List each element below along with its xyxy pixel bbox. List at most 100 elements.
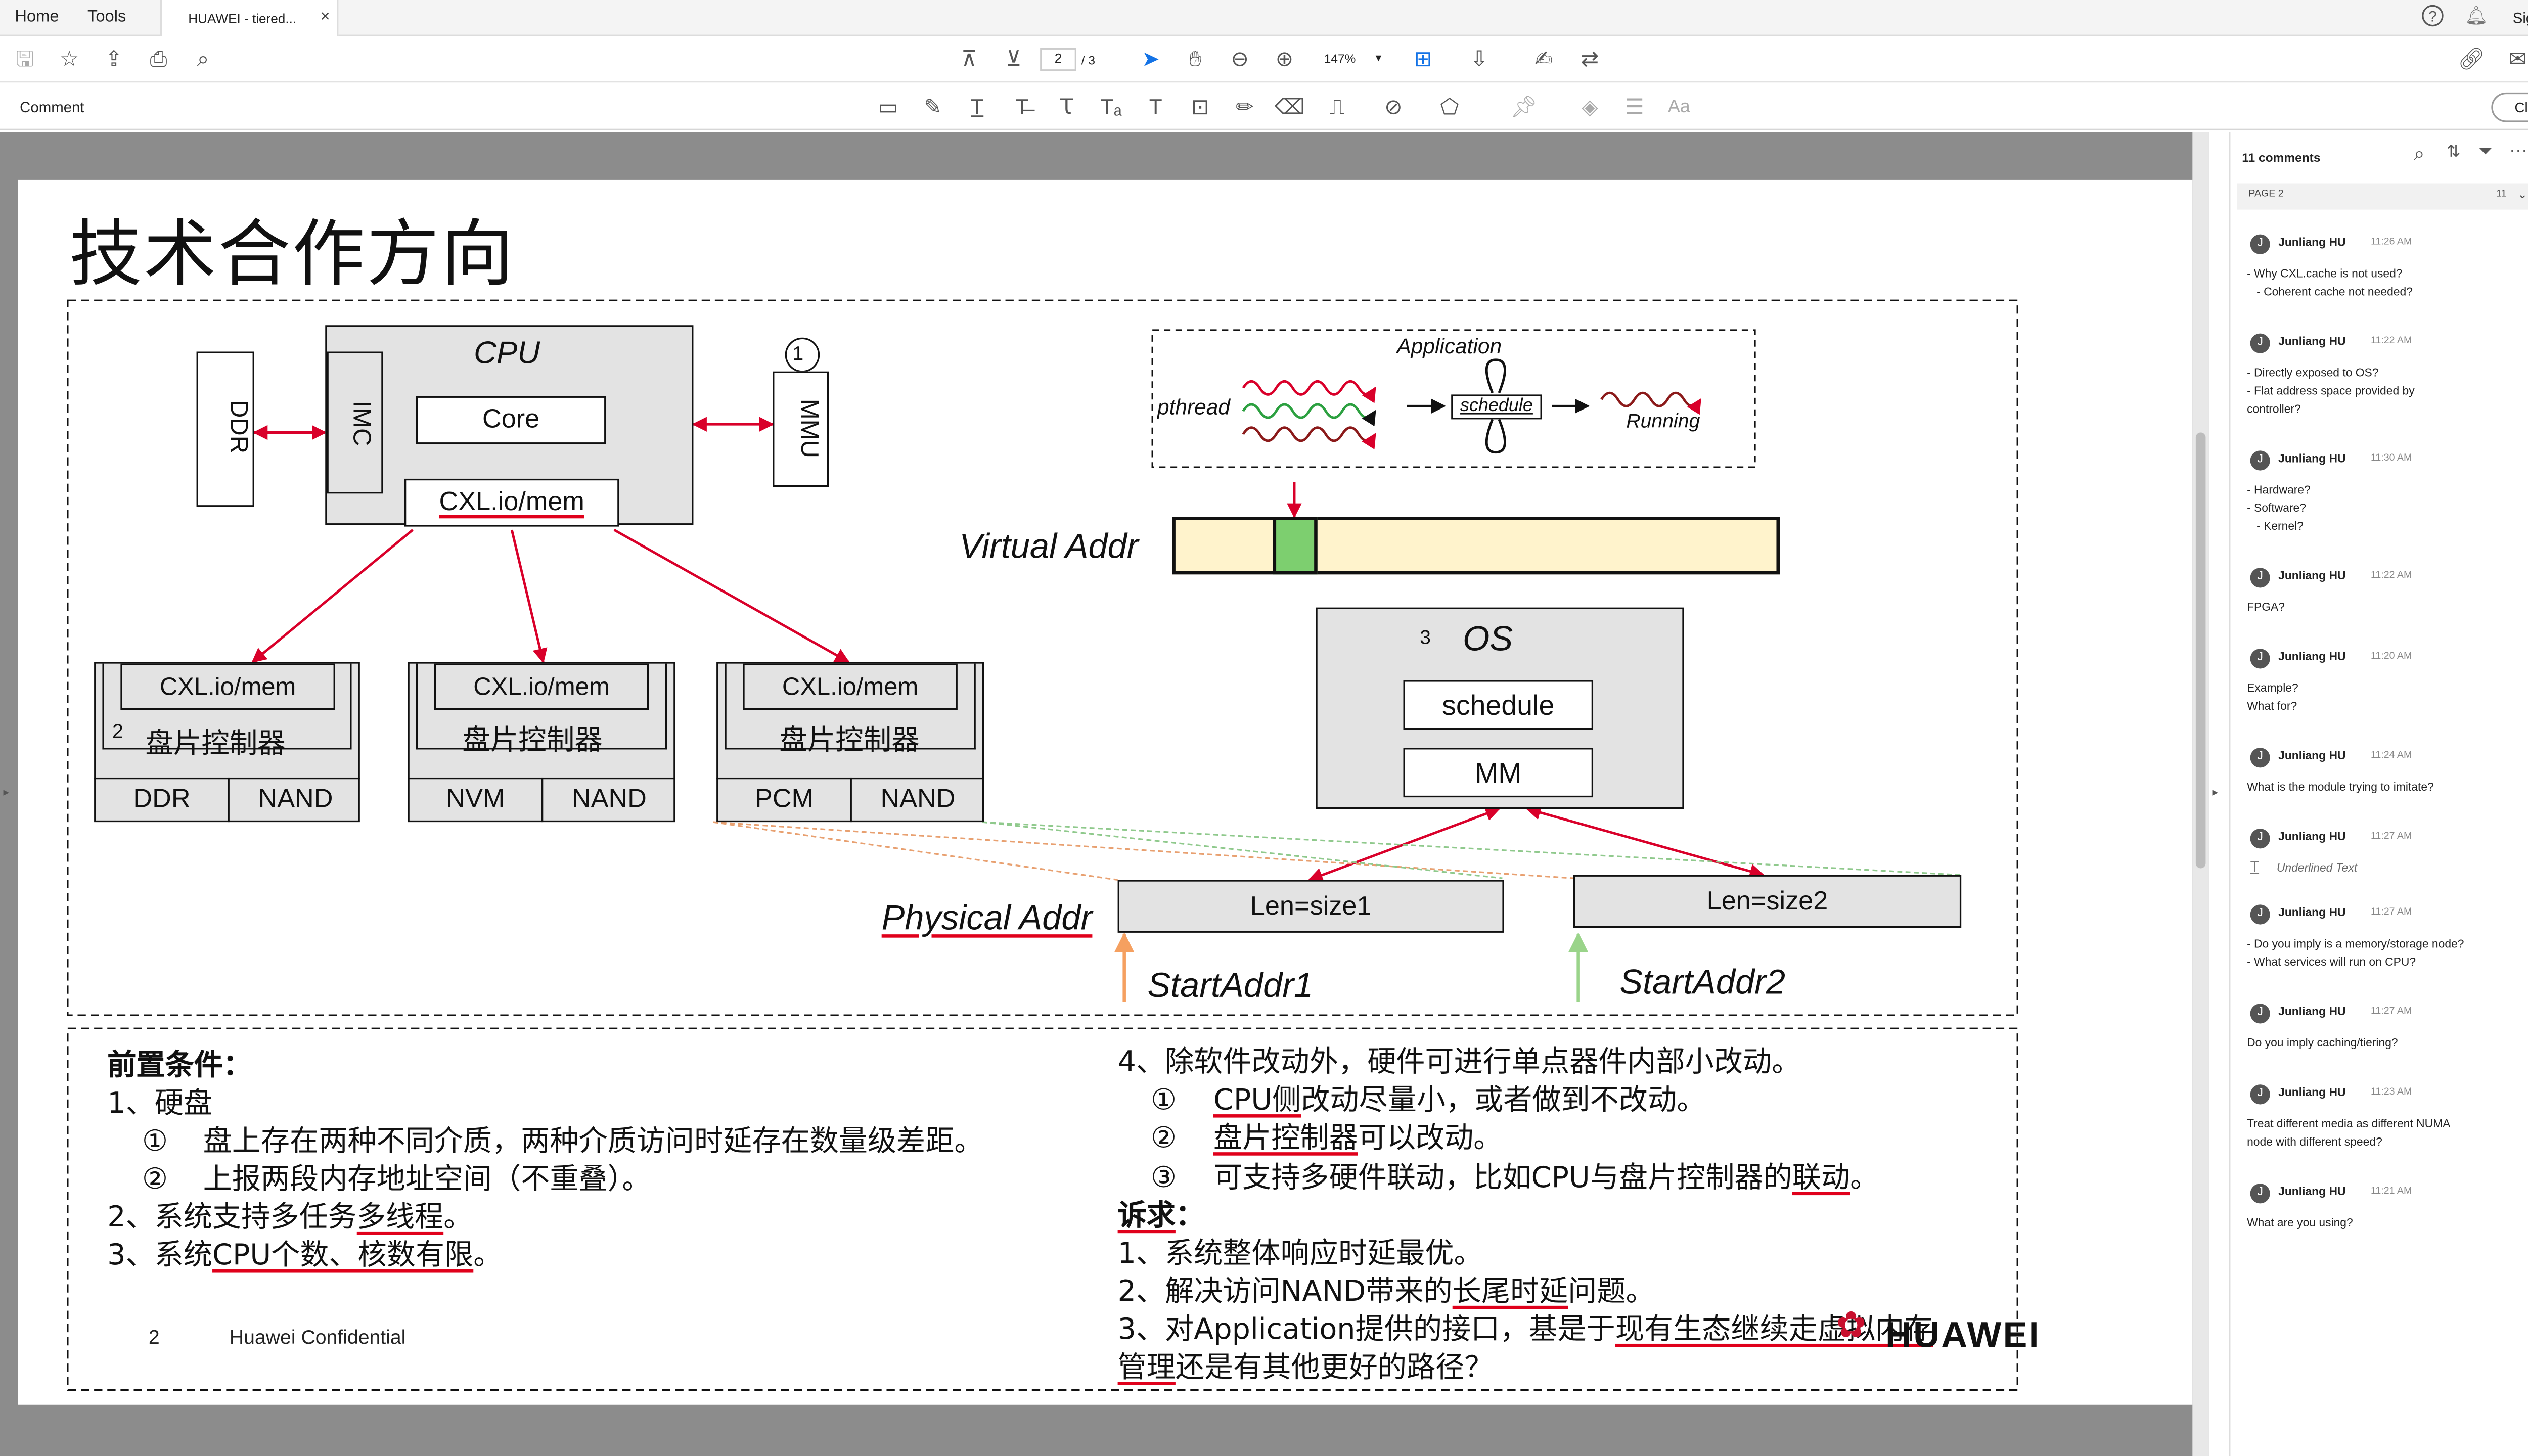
precondition-1a-num: ①: [142, 1125, 168, 1159]
precondition-3-underline: CPU个数、核数有限: [212, 1240, 474, 1273]
mmu-box: MMU: [773, 371, 829, 487]
comment-body: - Hardware? - Software? - Kernel?: [2247, 485, 2311, 533]
start-addr1-label: StartAddr1: [1147, 967, 1314, 1006]
appeal-3-cont-underline: 管理: [1117, 1352, 1176, 1385]
mail-icon[interactable]: ✉: [2503, 44, 2528, 74]
core-box: Core: [416, 396, 606, 444]
close-button[interactable]: Close: [2491, 92, 2528, 122]
help-icon[interactable]: ?: [2422, 5, 2444, 27]
avatar: J: [2250, 1004, 2270, 1024]
huawei-logo-text: HUAWEI: [1885, 1314, 2041, 1355]
comment-body: Treat different media as different NUMA …: [2247, 1119, 2451, 1149]
comment-time: 11:26 AM: [2370, 238, 2412, 248]
schedule-app-box: schedule: [1451, 394, 1542, 420]
precondition-1b: 上报两段内存地址空间（不重叠）。: [203, 1164, 651, 1197]
comment-body: What are you using?: [2247, 1218, 2353, 1230]
filter-icon[interactable]: ⏷: [2478, 142, 2493, 163]
comment-author: Junliang HU: [2278, 571, 2346, 583]
avatar: J: [2250, 829, 2270, 849]
comment-time: 11:27 AM: [2370, 1007, 2412, 1017]
comment-time: 11:27 AM: [2370, 832, 2412, 842]
requirement-4-3-text: 可支持多硬件联动，比如CPU与盘片控制器的: [1213, 1162, 1792, 1196]
comment-time: 11:20 AM: [2370, 652, 2412, 662]
comment-body: - Directly exposed to OS? - Flat address…: [2247, 368, 2415, 416]
comment-author: Junliang HU: [2278, 907, 2346, 920]
schedule-box: schedule: [1403, 680, 1594, 730]
appeal-heading: 诉求：: [1118, 1199, 1204, 1237]
controller-3: CXL.io/mem 盘片控制器 PCM NAND: [716, 662, 984, 823]
controller-1-name: 盘片控制器: [145, 727, 286, 760]
comments-count: 11 comments: [2242, 150, 2321, 165]
imc-box: IMC: [327, 351, 383, 494]
comment-time: 11:30 AM: [2370, 453, 2412, 464]
requirement-4-3-num: ③: [1150, 1162, 1177, 1196]
mm-label: MM: [1474, 757, 1522, 789]
appeal-3-cont-text: 还是有其他更好的路径？: [1175, 1352, 1494, 1385]
controller-3-right: NAND: [880, 786, 956, 814]
requirement-4-3: 可支持多硬件联动，比如CPU与盘片控制器的联动。: [1213, 1161, 1879, 1199]
cxl-mem-label: CXL.io/mem: [439, 488, 584, 517]
precondition-3-text: 3、系统: [107, 1240, 213, 1273]
precondition-2-end: 。: [443, 1202, 473, 1235]
os-label: OS: [1463, 620, 1513, 659]
ddr-label: DDR: [224, 400, 252, 454]
sign-in-link[interactable]: Sign In: [2513, 10, 2528, 27]
controller-1: CXL.io/mem 盘片控制器 DDR NAND: [94, 662, 360, 823]
comment-body: Do you imply caching/tiering?: [2247, 1038, 2398, 1050]
more-options-icon[interactable]: ⋯: [2509, 141, 2527, 162]
controller-3-cxl: CXL.io/mem: [782, 673, 919, 702]
avatar: J: [2250, 234, 2270, 254]
requirement-4-1-text: 改动尽量小，或者做到不改动。: [1301, 1084, 1706, 1118]
sort-icon[interactable]: ⇅: [2447, 144, 2460, 162]
imc-label: IMC: [347, 400, 376, 446]
running-label: Running: [1626, 409, 1700, 433]
page-group-label: PAGE 2: [2248, 190, 2284, 200]
requirement-4-1: CPU侧改动尽量小，或者做到不改动。: [1213, 1083, 1705, 1121]
page-group-header[interactable]: PAGE 2 11 ⌄: [2237, 183, 2528, 210]
len1-label: Len=size1: [1250, 893, 1372, 922]
bell-icon[interactable]: 🔔︎: [2465, 5, 2488, 26]
precondition-2-underline: 多线程: [356, 1202, 444, 1235]
controller-1-left: DDR: [133, 786, 191, 814]
requirement-4: 4、除软件改动外，硬件可进行单点器件内部小改动。: [1117, 1046, 1801, 1080]
comment-author: Junliang HU: [2278, 1007, 2346, 1019]
controller-2-right: NAND: [571, 786, 647, 814]
avatar: J: [2250, 568, 2270, 588]
controller-2-left: NVM: [446, 786, 505, 814]
comment-time: 11:23 AM: [2370, 1087, 2412, 1098]
appeal-3-text: 3、对Application提供的接口，基是于: [1117, 1314, 1615, 1347]
comment-body: Example? What for?: [2247, 683, 2298, 713]
comment-time: 11:27 AM: [2370, 907, 2412, 918]
controller-3-left: PCM: [754, 786, 814, 814]
mm-box: MM: [1403, 748, 1594, 798]
circle-number-2: 2: [112, 719, 123, 743]
comment-author: Junliang HU: [2278, 1187, 2346, 1199]
precondition-3: 3、系统CPU个数、核数有限。: [107, 1238, 502, 1276]
right-pane-toggle-icon[interactable]: ▸: [2213, 786, 2218, 799]
appeal-2-end: 问题。: [1568, 1276, 1655, 1309]
comment-time: 11:22 AM: [2370, 337, 2412, 347]
precondition-1a: 盘上存在两种不同介质，两种介质访问时延存在数量级差距。: [203, 1125, 983, 1159]
mmu-label: MMU: [794, 398, 823, 458]
comment-body: - Why CXL.cache is not used? - Coherent …: [2247, 269, 2413, 299]
ddr-box: DDR: [196, 351, 254, 507]
avatar: J: [2250, 748, 2270, 768]
controller-2: CXL.io/mem 盘片控制器 NVM NAND: [408, 662, 675, 823]
chevron-down-icon: ⌄: [2517, 190, 2527, 202]
virtual-addr-selected: [1273, 517, 1318, 575]
link-icon[interactable]: 🔗︎: [2457, 44, 2487, 74]
huawei-flower-logo: ✿: [1836, 1304, 1867, 1346]
controller-1-cxl: CXL.io/mem: [159, 673, 296, 702]
schedule-app-label: schedule: [1460, 396, 1533, 416]
requirement-4-3-underline: 联动: [1792, 1162, 1850, 1196]
comment-author: Junliang HU: [2278, 238, 2346, 250]
avatar: J: [2250, 333, 2270, 353]
appeal-2-text: 2、解决访问NAND带来的: [1117, 1276, 1453, 1309]
acrobat-window: Home Tools HUAWEI - tiered... × ? 🔔︎ Sig…: [0, 0, 2528, 1456]
slide-page-number: 2: [148, 1326, 160, 1349]
virtual-addr-bar: [1172, 517, 1780, 575]
avatar: J: [2250, 649, 2270, 669]
comment-author: Junliang HU: [2278, 337, 2346, 348]
search-icon[interactable]: ⌕: [2414, 142, 2425, 167]
comments-panel: 11 comments ⌕ ⇅ ⏷ ⋯ PAGE 2 11 ⌄ J Junlian…: [2229, 132, 2528, 1456]
